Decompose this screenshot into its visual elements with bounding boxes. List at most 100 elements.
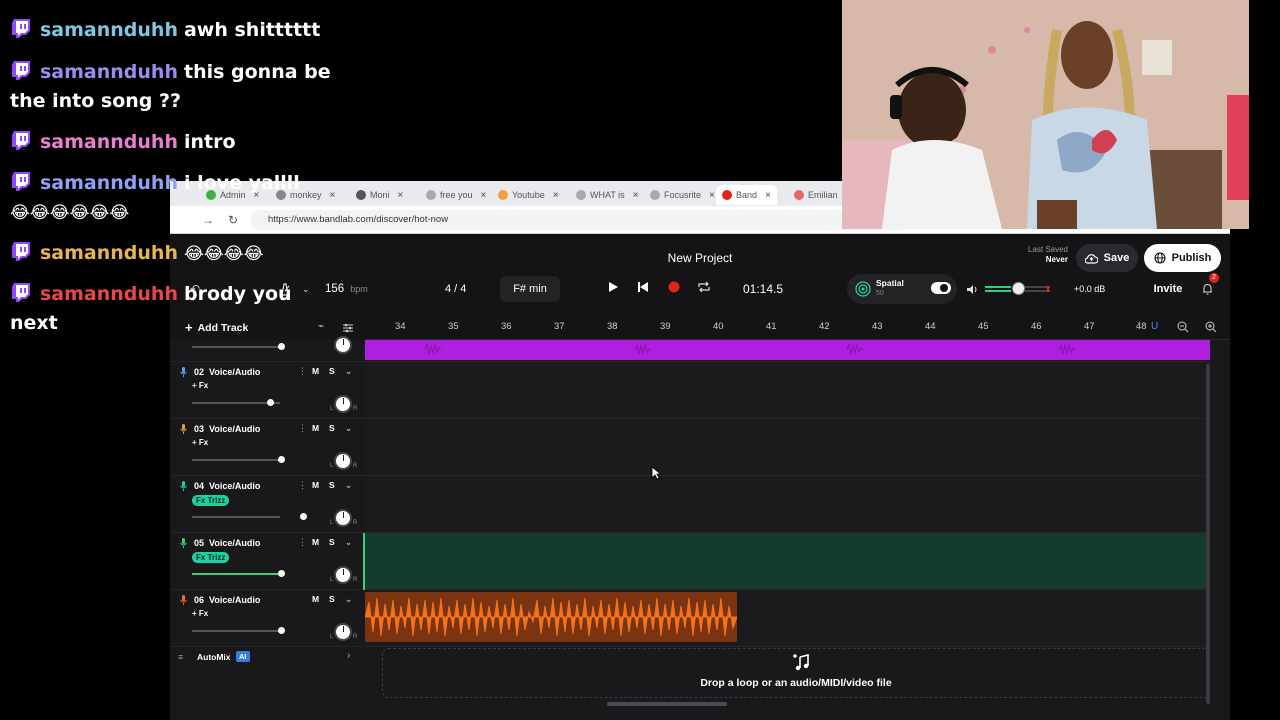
tune-icon[interactable] [342, 321, 356, 335]
mute-button[interactable]: M [312, 366, 319, 376]
pan-knob[interactable] [334, 452, 352, 470]
track-lane[interactable] [365, 340, 1210, 362]
loop-button[interactable] [694, 277, 714, 297]
snap-magnet-icon[interactable]: U [1151, 321, 1163, 333]
spatial-switch[interactable] [931, 282, 951, 294]
track-header-05[interactable]: 05 Voice/Audio ⋮ M S ⌄ Fx Trizz L R [170, 533, 365, 590]
browser-tab[interactable]: Emilian [788, 185, 844, 205]
solo-button[interactable]: S [329, 537, 335, 547]
audio-region[interactable] [365, 340, 1210, 360]
volume-fader[interactable] [192, 456, 285, 463]
browser-tab-active[interactable]: Band × [716, 185, 777, 205]
horizontal-scrollbar[interactable] [607, 702, 727, 706]
vertical-scrollbar[interactable] [1206, 364, 1210, 704]
track-name[interactable]: 06 Voice/Audio [194, 595, 260, 605]
volume-knob[interactable] [1012, 282, 1025, 295]
solo-button[interactable]: S [329, 423, 335, 433]
browser-tab[interactable]: Moni × [350, 185, 409, 205]
solo-button[interactable]: S [329, 366, 335, 376]
fx-button[interactable]: + Fx [192, 381, 208, 390]
spatial-toggle[interactable]: Spatial 50 [847, 274, 957, 304]
fx-button[interactable]: + Fx [192, 609, 208, 618]
timeline-ruler[interactable]: 34 35 36 37 38 39 40 41 42 43 44 45 46 4… [365, 316, 1230, 340]
time-signature[interactable]: 4 / 4 [445, 276, 485, 302]
tempo-field[interactable]: 156 bpm [325, 276, 385, 302]
publish-button[interactable]: Publish [1144, 244, 1221, 272]
solo-button[interactable]: S [329, 480, 335, 490]
track-lane[interactable] [364, 590, 1210, 647]
track-name[interactable]: 05 Voice/Audio [194, 538, 260, 548]
record-button[interactable] [664, 277, 684, 297]
mute-button[interactable]: M [312, 480, 319, 490]
bell-icon[interactable]: 2 [1202, 273, 1219, 302]
fader-knob[interactable] [278, 456, 285, 463]
fx-preset-badge[interactable]: Fx Trizz [192, 495, 230, 506]
track-lane[interactable] [365, 362, 1210, 419]
track-name[interactable]: 02 Voice/Audio [194, 367, 260, 377]
save-button[interactable]: Save [1076, 244, 1138, 272]
chevron-down-icon[interactable]: ⌄ [345, 423, 352, 434]
more-options-icon[interactable]: ⋮ [298, 366, 307, 377]
invite-button[interactable]: Invite [1152, 276, 1184, 302]
drop-zone[interactable]: Drop a loop or an audio/MIDI/video file [382, 648, 1210, 698]
close-tab-icon[interactable]: × [398, 190, 404, 201]
track-name[interactable]: 03 Voice/Audio [194, 424, 260, 434]
chevron-down-icon[interactable]: ⌄ [345, 366, 352, 377]
close-tab-icon[interactable]: × [765, 190, 771, 201]
project-title[interactable]: New Project [640, 251, 760, 265]
chevron-right-icon[interactable]: › [347, 650, 350, 661]
key-selector[interactable]: F# min [500, 276, 560, 302]
fx-preset-badge[interactable]: Fx Trizz [192, 552, 230, 563]
track-lane-selected[interactable] [365, 533, 1210, 590]
volume-fader[interactable] [192, 513, 307, 520]
close-tab-icon[interactable]: × [633, 190, 639, 201]
pan-knob[interactable] [334, 566, 352, 584]
mute-button[interactable]: M [312, 537, 319, 547]
mute-button[interactable]: M [312, 594, 319, 604]
close-tab-icon[interactable]: × [481, 190, 487, 201]
track-name[interactable]: 04 Voice/Audio [194, 481, 260, 491]
close-tab-icon[interactable]: × [709, 190, 715, 201]
browser-tab[interactable]: Focusrite × [644, 185, 721, 205]
skip-to-start-button[interactable] [633, 277, 653, 297]
play-button[interactable] [603, 277, 623, 297]
volume-fader[interactable] [192, 399, 280, 406]
more-options-icon[interactable]: ⋮ [298, 423, 307, 434]
pan-knob[interactable] [334, 336, 352, 354]
pan-knob[interactable] [334, 623, 352, 641]
volume-fader[interactable] [192, 627, 285, 634]
fader-knob[interactable] [267, 399, 274, 406]
volume-fader[interactable] [192, 343, 285, 350]
master-volume-slider[interactable] [985, 282, 1050, 295]
track-header-02[interactable]: 02 Voice/Audio ⋮ M S ⌄ + Fx L R [170, 362, 365, 419]
track-header-06[interactable]: 06 Voice/Audio M S ⌄ + Fx L R [170, 590, 365, 647]
track-header-03[interactable]: 03 Voice/Audio ⋮ M S ⌄ + Fx L R [170, 419, 365, 476]
solo-button[interactable]: S [329, 594, 335, 604]
fader-knob[interactable] [278, 343, 285, 350]
zoom-in-icon[interactable] [1205, 320, 1217, 338]
volume-icon[interactable] [966, 276, 979, 302]
chevron-down-icon[interactable]: ⌄ [345, 480, 352, 491]
chevron-down-icon[interactable]: ⌄ [345, 537, 352, 548]
fader-knob[interactable] [300, 513, 307, 520]
audio-region[interactable] [364, 592, 738, 642]
zoom-out-icon[interactable] [1177, 320, 1189, 338]
pan-knob[interactable] [334, 395, 352, 413]
fader-knob[interactable] [278, 570, 285, 577]
close-tab-icon[interactable]: × [330, 190, 336, 201]
close-tab-icon[interactable]: × [553, 190, 559, 201]
more-options-icon[interactable]: ⋮ [298, 480, 307, 491]
track-header-04[interactable]: 04 Voice/Audio ⋮ M S ⌄ Fx Trizz L R [170, 476, 365, 533]
track-lane[interactable] [365, 476, 1210, 533]
chevron-down-icon[interactable]: ⌄ [345, 594, 352, 605]
browser-tab[interactable]: Youtube × [492, 185, 565, 205]
browser-tab[interactable]: free you × [420, 185, 492, 205]
url-input[interactable]: https://www.bandlab.com/discover/hot-now [250, 210, 910, 230]
browser-tab[interactable]: WHAT is × [570, 185, 645, 205]
mute-button[interactable]: M [312, 423, 319, 433]
fx-button[interactable]: + Fx [192, 438, 208, 447]
automix-row[interactable]: ≡ AutoMix AI › [170, 644, 365, 674]
track-header[interactable] [170, 336, 365, 362]
fader-knob[interactable] [278, 627, 285, 634]
volume-fader[interactable] [192, 570, 285, 577]
